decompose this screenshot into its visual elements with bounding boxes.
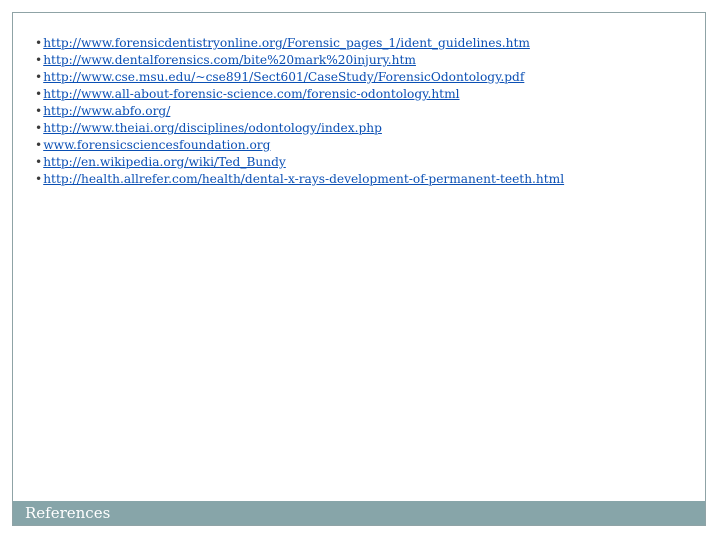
reference-link[interactable]: http://www.abfo.org/: [43, 104, 170, 118]
slide-title: References: [25, 504, 111, 522]
bullet: •: [35, 87, 43, 101]
slide-frame: •http://www.forensicdentistryonline.org/…: [12, 12, 706, 526]
reference-link[interactable]: http://www.theiai.org/disciplines/odonto…: [43, 121, 382, 135]
footer-bar: References: [13, 501, 705, 525]
reference-link[interactable]: www.forensicsciencesfoundation.org: [43, 138, 270, 152]
bullet: •: [35, 70, 43, 84]
list-item: •http://www.all-about-forensic-science.c…: [35, 86, 564, 103]
reference-link[interactable]: http://health.allrefer.com/health/dental…: [43, 172, 564, 186]
bullet: •: [35, 155, 43, 169]
reference-link[interactable]: http://www.dentalforensics.com/bite%20ma…: [43, 53, 416, 67]
reference-link-list: •http://www.forensicdentistryonline.org/…: [35, 35, 564, 188]
list-item: •http://www.theiai.org/disciplines/odont…: [35, 120, 564, 137]
bullet: •: [35, 104, 43, 118]
reference-link[interactable]: http://www.cse.msu.edu/~cse891/Sect601/C…: [43, 70, 524, 84]
list-item: •http://www.dentalforensics.com/bite%20m…: [35, 52, 564, 69]
list-item: •http://www.cse.msu.edu/~cse891/Sect601/…: [35, 69, 564, 86]
bullet: •: [35, 172, 43, 186]
bullet: •: [35, 121, 43, 135]
list-item: •http://en.wikipedia.org/wiki/Ted_Bundy: [35, 154, 564, 171]
list-item: •http://www.forensicdentistryonline.org/…: [35, 35, 564, 52]
bullet: •: [35, 138, 43, 152]
list-item: •http://www.abfo.org/: [35, 103, 564, 120]
list-item: •http://health.allrefer.com/health/denta…: [35, 171, 564, 188]
list-item: •www.forensicsciencesfoundation.org: [35, 137, 564, 154]
bullet: •: [35, 53, 43, 67]
reference-link[interactable]: http://en.wikipedia.org/wiki/Ted_Bundy: [43, 155, 286, 169]
reference-link[interactable]: http://www.forensicdentistryonline.org/F…: [43, 36, 530, 50]
reference-link[interactable]: http://www.all-about-forensic-science.co…: [43, 87, 459, 101]
bullet: •: [35, 36, 43, 50]
